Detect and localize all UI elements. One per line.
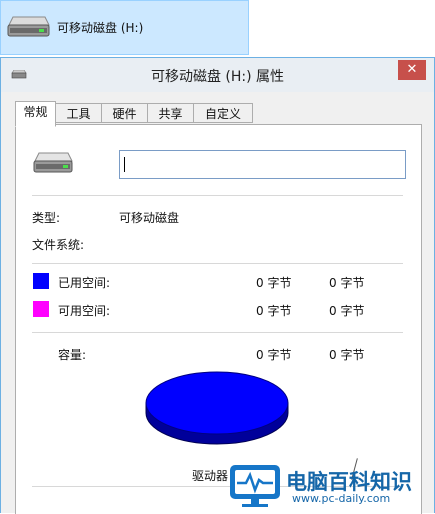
type-value: 可移动磁盘 (119, 211, 180, 225)
capacity-label: 容量: (58, 348, 87, 362)
text-caret (124, 157, 125, 172)
close-icon: ✕ (406, 62, 418, 77)
used-space-size: 0 字节 (329, 276, 365, 290)
filesystem-label: 文件系统: (32, 238, 85, 252)
close-button[interactable]: ✕ (398, 60, 426, 80)
explorer-drive-label: 可移动磁盘 (H:) (57, 21, 144, 35)
tab-customize[interactable]: 自定义 (193, 103, 253, 123)
separator (32, 332, 403, 333)
monitor-logo-icon (230, 465, 280, 507)
free-space-bytes: 0 字节 (256, 304, 292, 318)
free-space-size: 0 字节 (329, 304, 365, 318)
removable-drive-icon (7, 16, 50, 37)
properties-dialog: 可移动磁盘 (H:) 属性 ✕ 常规 工具 硬件 共享 自定义 类型: 可移动磁… (0, 57, 435, 514)
tab-hardware[interactable]: 硬件 (101, 103, 148, 123)
used-space-swatch (33, 273, 49, 289)
general-panel: 类型: 可移动磁盘 文件系统: 已用空间: 0 字节 0 字节 可用空间: 0 … (15, 124, 422, 514)
free-space-label: 可用空间: (58, 304, 111, 318)
separator (32, 263, 403, 264)
tab-general[interactable]: 常规 (15, 101, 56, 127)
explorer-drive-item[interactable]: 可移动磁盘 (H:) (0, 0, 249, 55)
watermark-url: www.pc-daily.com (292, 492, 391, 505)
title-bar[interactable]: 可移动磁盘 (H:) 属性 ✕ (1, 58, 434, 92)
removable-drive-icon (33, 152, 73, 173)
used-space-label: 已用空间: (58, 276, 111, 290)
used-space-bytes: 0 字节 (256, 276, 292, 290)
dialog-title: 可移动磁盘 (H:) 属性 (150, 69, 285, 85)
separator (32, 195, 403, 196)
tab-tools[interactable]: 工具 (55, 103, 102, 123)
volume-name-input[interactable] (119, 150, 406, 179)
tab-sharing[interactable]: 共享 (147, 103, 194, 123)
capacity-bytes: 0 字节 (256, 348, 292, 362)
capacity-size: 0 字节 (329, 348, 365, 362)
free-space-swatch (33, 301, 49, 317)
drive-caption: 驱动器 (192, 469, 229, 483)
space-pie-chart (145, 371, 289, 445)
type-label: 类型: (32, 211, 61, 225)
